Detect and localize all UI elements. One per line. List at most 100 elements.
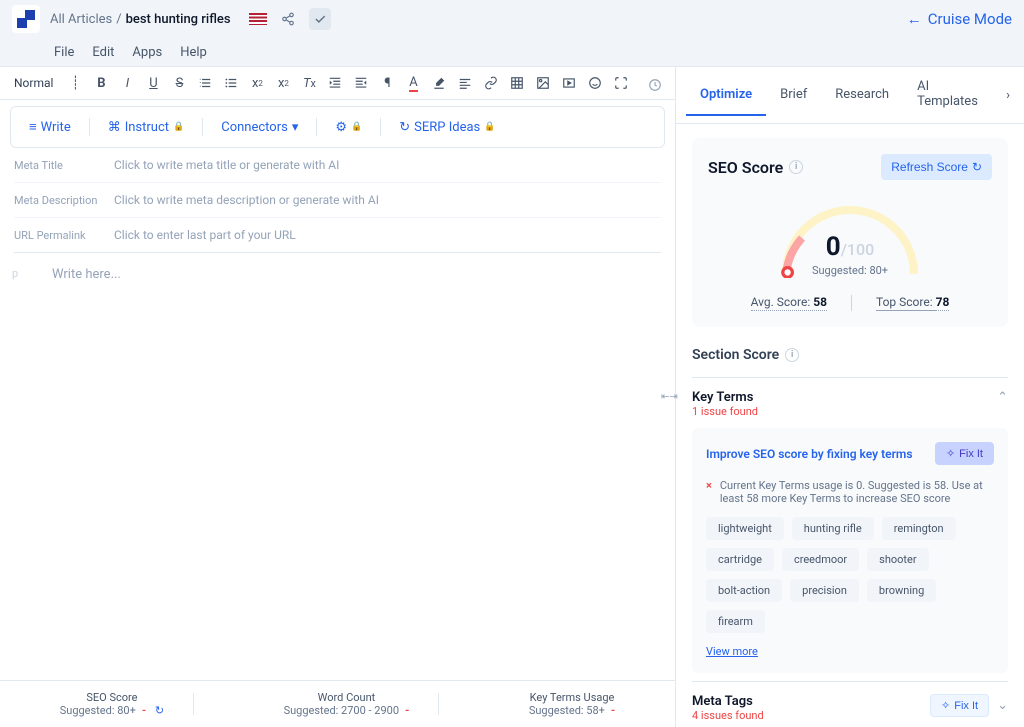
sup-icon[interactable]: x2 [273, 73, 293, 93]
gear-icon: ⚙ [335, 120, 347, 135]
flag-us-icon[interactable] [249, 13, 267, 25]
breadcrumb-root[interactable]: All Articles [50, 12, 112, 27]
chip[interactable]: precision [790, 579, 859, 602]
section-score-title: Section Score [692, 347, 779, 363]
indent-left-icon[interactable] [325, 73, 345, 93]
write-icon: ≡ [29, 119, 37, 135]
indent-right-icon[interactable] [351, 73, 371, 93]
settings-button[interactable]: ⚙🔒 [327, 116, 370, 139]
menu-apps[interactable]: Apps [132, 45, 162, 60]
style-select[interactable]: Normal [8, 74, 59, 92]
chip[interactable]: browning [867, 579, 936, 602]
breadcrumb-current: best hunting rifles [126, 12, 231, 27]
pilcrow-icon[interactable]: ¶ [377, 73, 397, 93]
meta-desc-input[interactable]: Click to write meta description or gener… [114, 193, 661, 207]
italic-icon[interactable]: I [117, 73, 137, 93]
gauge-suggested: Suggested: 80+ [812, 264, 888, 277]
refresh-icon: ↻ [399, 120, 410, 135]
key-terms-message: Current Key Terms usage is 0. Suggested … [720, 479, 994, 505]
app-logo[interactable] [12, 5, 40, 33]
wand-icon: ✧ [946, 447, 955, 460]
chip[interactable]: creedmoor [782, 548, 859, 571]
align-icon[interactable] [455, 73, 475, 93]
accordion-key-terms: Key Terms 1 issue found ⌃ Improve SEO sc… [692, 377, 1008, 681]
fixit-key-terms-button[interactable]: ✧Fix It [935, 442, 994, 465]
menu-file[interactable]: File [54, 45, 74, 60]
chip[interactable]: lightweight [706, 517, 784, 540]
share-icon[interactable] [277, 8, 299, 30]
strike-icon[interactable]: S [169, 73, 189, 93]
wand-icon: ✧ [941, 699, 950, 712]
image-icon[interactable] [533, 73, 553, 93]
url-label: URL Permalink [14, 229, 114, 242]
chip[interactable]: shooter [867, 548, 928, 571]
tab-ai-templates[interactable]: AI Templates [903, 67, 1002, 123]
sub-icon[interactable]: x2 [247, 73, 267, 93]
meta-title-label: Meta Title [14, 159, 114, 172]
table-icon[interactable] [507, 73, 527, 93]
editor-body[interactable]: p Write here... [0, 253, 675, 680]
editor-footer: SEO Score Suggested: 80+- ↻ Word Count S… [0, 680, 675, 727]
video-icon[interactable] [559, 73, 579, 93]
ai-toolbar: ≡Write ⌘Instruct🔒 Connectors ▾ ⚙🔒 ↻SERP … [11, 107, 664, 147]
key-terms-value: - [611, 704, 615, 717]
expand-icon[interactable] [611, 73, 631, 93]
chip[interactable]: cartridge [706, 548, 774, 571]
instruct-button[interactable]: ⌘Instruct🔒 [100, 116, 193, 139]
close-icon[interactable]: × [706, 479, 712, 505]
url-input[interactable]: Click to enter last part of your URL [114, 228, 661, 242]
seo-score-value: - [142, 704, 146, 717]
chip[interactable]: bolt-action [706, 579, 782, 602]
chip[interactable]: hunting rifle [792, 517, 874, 540]
refresh-icon[interactable]: ↻ [152, 704, 164, 717]
avg-score: Avg. Score: 58 [751, 295, 827, 311]
clear-format-icon[interactable]: Tx [299, 73, 319, 93]
breadcrumb: All Articles / best hunting rifles [50, 12, 231, 27]
check-icon[interactable] [309, 8, 331, 30]
connectors-button[interactable]: Connectors ▾ [213, 116, 306, 139]
underline-icon[interactable]: U [143, 73, 163, 93]
link-icon[interactable] [481, 73, 501, 93]
gauge-max: /100 [841, 240, 875, 259]
fixit-meta-button[interactable]: ✧Fix It [930, 694, 989, 717]
view-more-link[interactable]: View more [706, 645, 758, 658]
text-color-icon[interactable]: A [403, 73, 423, 93]
write-button[interactable]: ≡Write [21, 115, 79, 139]
serp-ideas-button[interactable]: ↻SERP Ideas🔒 [391, 116, 503, 139]
seo-score-label: SEO Score [60, 691, 164, 704]
gauge-score: 0 [826, 232, 841, 262]
info-icon[interactable]: i [785, 348, 799, 362]
ul-icon[interactable] [221, 73, 241, 93]
tabs-more-icon[interactable]: › [1002, 84, 1014, 107]
ol-icon[interactable] [195, 73, 215, 93]
editor-toolbar: Normal ┊ B I U S x2 x2 Tx ¶ A [0, 67, 675, 100]
improve-hint: Improve SEO score by fixing key terms [706, 447, 913, 461]
refresh-icon: ↻ [972, 160, 982, 174]
top-score: Top Score: 78 [876, 295, 949, 311]
chip[interactable]: remington [882, 517, 956, 540]
key-terms-title: Key Terms [692, 390, 758, 405]
tab-research[interactable]: Research [821, 75, 903, 116]
cruise-mode-button[interactable]: ← Cruise Mode [907, 10, 1012, 28]
highlight-icon[interactable] [429, 73, 449, 93]
tab-optimize[interactable]: Optimize [686, 75, 766, 116]
info-icon[interactable]: i [789, 160, 803, 174]
bold-icon[interactable]: B [91, 73, 111, 93]
menu-help[interactable]: Help [180, 45, 207, 60]
meta-tags-issues: 4 issues found [692, 709, 764, 722]
key-terms-issues: 1 issue found [692, 405, 758, 418]
tab-brief[interactable]: Brief [766, 75, 821, 116]
history-icon[interactable] [645, 75, 665, 95]
meta-title-input[interactable]: Click to write meta title or generate wi… [114, 158, 661, 172]
chevron-down-icon: ▾ [292, 120, 299, 135]
emoji-icon[interactable] [585, 73, 605, 93]
lock-icon: 🔒 [484, 122, 495, 132]
split-handle[interactable]: ⇤⇥ [661, 392, 678, 403]
chip[interactable]: firearm [706, 610, 765, 633]
chevron-up-icon[interactable]: ⌃ [997, 390, 1008, 405]
chevron-down-icon[interactable]: ⌄ [997, 698, 1008, 713]
word-count-value: - [405, 704, 409, 717]
meta-tags-title: Meta Tags [692, 694, 764, 709]
refresh-score-button[interactable]: Refresh Score↻ [881, 154, 992, 180]
menu-edit[interactable]: Edit [92, 45, 114, 60]
